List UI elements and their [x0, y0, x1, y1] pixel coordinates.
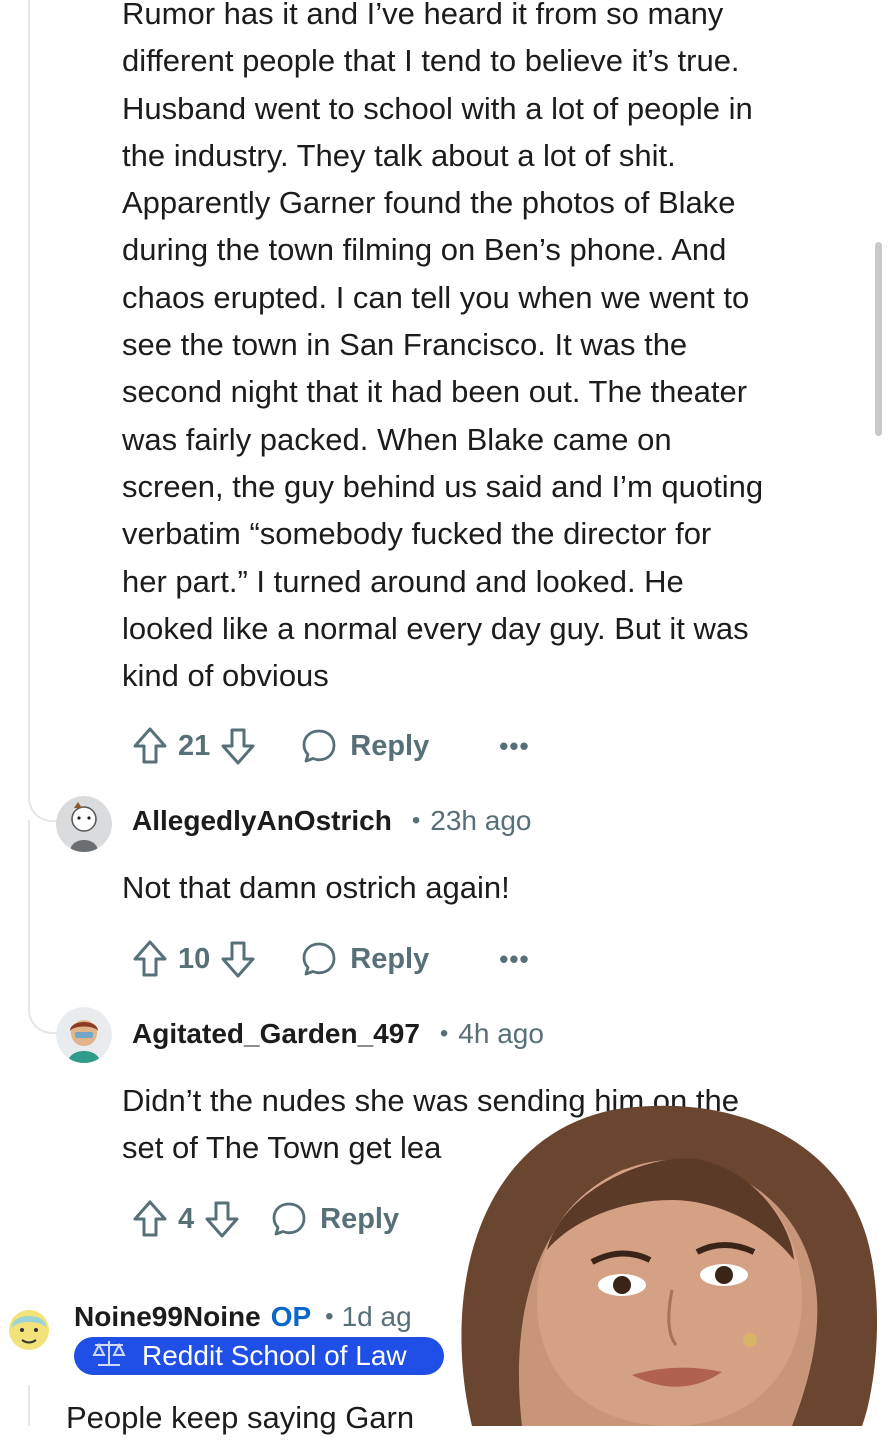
vote-count: 10: [178, 942, 211, 975]
thread-line: [28, 1385, 30, 1426]
comment-body-line: verbatim “somebody fucked the director f…: [122, 516, 712, 552]
op-badge: OP: [270, 1301, 312, 1332]
user-flair: Reddit School of Law: [74, 1337, 444, 1375]
username[interactable]: Noine99Noine: [74, 1301, 261, 1333]
comment-body-line: chaos erupted. I can tell you when we we…: [122, 279, 750, 315]
comment-body-line: Husband went to school with a lot of peo…: [122, 90, 753, 126]
thread-line-curve: [28, 780, 58, 822]
reply-icon: [302, 729, 336, 763]
downvote-icon[interactable]: [220, 939, 256, 979]
downvote-icon[interactable]: [220, 726, 256, 766]
comment-body-line: different people that I tend to believe …: [122, 43, 740, 79]
comment-header: AllegedlyAnOstrich • 23h ago: [132, 791, 531, 851]
username[interactable]: Agitated_Garden_497: [132, 1018, 420, 1050]
reply-icon: [272, 1202, 306, 1236]
avatar: [56, 1007, 112, 1063]
avatar: [2, 1300, 56, 1360]
comment-actions: 10 Reply •••: [132, 934, 530, 984]
thread-line-curve: [28, 990, 58, 1034]
vote-count: 4: [178, 1202, 195, 1235]
scrollbar[interactable]: [875, 242, 882, 436]
comment-body-line: see the town in San Francisco. It was th…: [122, 327, 688, 363]
video-overlay: [432, 1100, 890, 1426]
scales-icon: [90, 1338, 128, 1375]
reply-button[interactable]: Reply: [300, 727, 429, 765]
upvote-icon[interactable]: [132, 726, 168, 766]
comment-body: Not that damn ostrich again!: [122, 870, 510, 905]
vote-count: 21: [178, 729, 211, 762]
reply-label: Reply: [320, 1202, 400, 1235]
comment-body: People keep saying Garn: [66, 1400, 415, 1435]
reply-icon: [302, 942, 336, 976]
comment-body-line: the industry. They talk about a lot of s…: [122, 137, 676, 173]
thread-line: [28, 0, 30, 790]
comment-body-line: Apparently Garner found the photos of Bl…: [122, 185, 736, 221]
downvote-icon[interactable]: [204, 1199, 240, 1239]
reply-label: Reply: [350, 942, 430, 975]
timestamp: 1d ag: [341, 1301, 412, 1332]
comment-body-line: second night that it had been out. The t…: [122, 374, 748, 410]
flair-text: Reddit School of Law: [142, 1340, 407, 1371]
thread-line: [28, 820, 30, 1000]
separator-dot: •: [411, 807, 421, 834]
avatar: [56, 796, 112, 852]
comment-actions: 4 Reply: [132, 1194, 399, 1244]
reply-button[interactable]: Reply: [300, 940, 429, 978]
username[interactable]: AllegedlyAnOstrich: [132, 805, 392, 837]
comment-header: Agitated_Garden_497 • 4h ago: [132, 1004, 544, 1064]
more-options-icon[interactable]: •••: [499, 731, 529, 762]
comment-body-line: Rumor has it and I’ve heard it from so m…: [122, 0, 724, 31]
comment-body-line: was fairly packed. When Blake came on: [122, 421, 672, 457]
upvote-icon[interactable]: [132, 1199, 168, 1239]
comment-body-line: during the town filming on Ben’s phone. …: [122, 232, 727, 268]
separator-dot: •: [439, 1020, 449, 1047]
reply-button[interactable]: Reply: [270, 1200, 399, 1238]
timestamp: 23h ago: [430, 805, 532, 836]
comment-body-line: kind of obvious: [122, 658, 329, 694]
comment-body-line: screen, the guy behind us said and I’m q…: [122, 468, 764, 504]
comment-actions: 21 Reply •••: [132, 721, 530, 771]
timestamp: 4h ago: [458, 1018, 544, 1049]
reply-label: Reply: [350, 729, 430, 762]
more-options-icon[interactable]: •••: [499, 944, 529, 975]
comment-body: Rumor has it and I’ve heard it from so m…: [122, 0, 862, 699]
upvote-icon[interactable]: [132, 939, 168, 979]
comment-body-line: her part.” I turned around and looked. H…: [122, 563, 684, 599]
separator-dot: •: [325, 1303, 334, 1330]
comment-body-line: looked like a normal every day guy. But …: [122, 610, 749, 646]
